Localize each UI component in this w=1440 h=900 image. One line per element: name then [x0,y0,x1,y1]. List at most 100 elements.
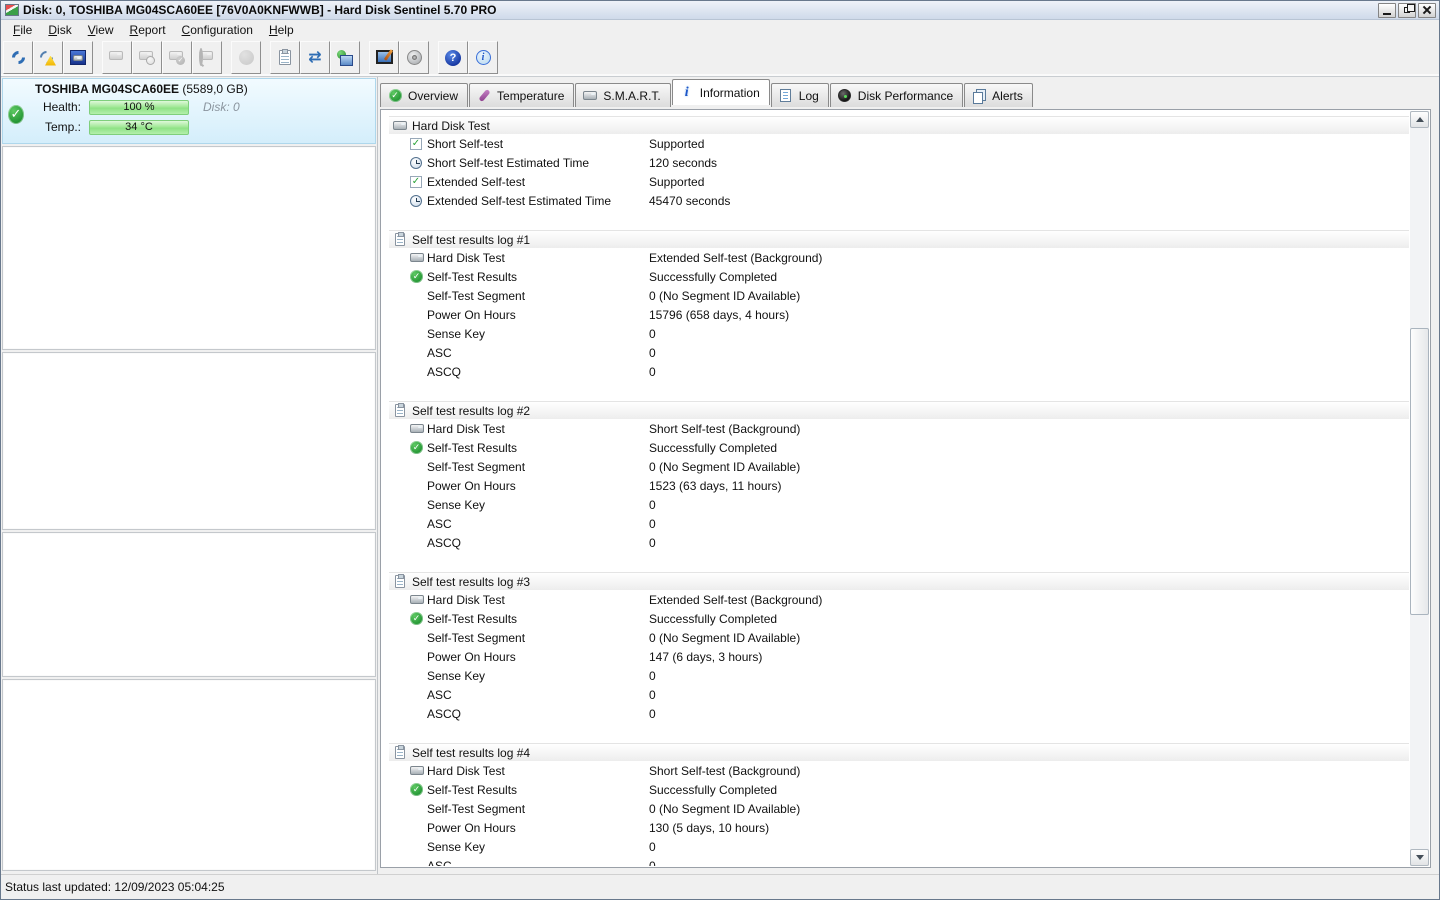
info-icon: i [684,84,689,100]
section-header: Hard Disk Test [389,116,1409,134]
info-row: Sense Key 0 [389,666,1409,685]
refresh-button[interactable] [3,41,33,74]
row-value: 0 [649,858,656,867]
scroll-up-button[interactable] [1410,111,1429,128]
row-value: Extended Self-test (Background) [649,592,823,607]
checkbox-icon: ✓ [410,137,422,150]
report-icon [277,49,293,66]
info-row: Power On Hours 1523 (63 days, 11 hours) [389,476,1409,495]
tab-log[interactable]: Log [770,83,829,107]
log-doc-icon [778,88,794,104]
tab-temperature[interactable]: Temperature [469,83,575,107]
toolbar-group [231,41,261,74]
info-row: Power On Hours 130 (5 days, 10 hours) [389,818,1409,837]
sync-button[interactable]: ⇄ [300,41,330,74]
row-value: 0 (No Segment ID Available) [649,630,801,645]
info-row: ASC 0 [389,685,1409,704]
network-button[interactable] [330,41,360,74]
content-section: Self test results log #4 Hard Disk Test … [389,743,1409,866]
row-label: Hard Disk Test [427,250,505,265]
info-row: Sense Key 0 [389,324,1409,343]
preferences-button[interactable] [369,41,399,74]
disk-list-item[interactable]: TOSHIBA MG04SCA60EE (5589,0 GB) ✓ Health… [2,78,376,144]
row-label: Self-Test Segment [427,459,526,474]
info-row: ✓ Self-Test Results Successfully Complet… [389,609,1409,628]
detect-disk-icon [70,50,86,66]
checkbox-icon: ✓ [410,175,422,188]
row-value: 0 [649,345,656,360]
section-header: Self test results log #1 [389,230,1409,248]
menu-view[interactable]: View [80,21,122,39]
sidebar-panel-empty [2,146,376,350]
row-value: Successfully Completed [649,782,778,797]
sidebar-panel-empty [2,532,376,677]
health-label: Health: [42,100,81,114]
disk-size: (5589,0 GB) [182,82,248,96]
sounds-button[interactable] [399,41,429,74]
restore-button[interactable] [1398,2,1416,18]
menu-configuration[interactable]: Configuration [174,21,261,39]
info-row: ASCQ 0 [389,362,1409,381]
section-title: Hard Disk Test [412,118,490,133]
app-icon [5,4,19,16]
row-label: Short Self-test [427,136,504,151]
toolbar-group [3,41,93,74]
tab-information[interactable]: i Information [671,79,770,105]
scrollbar-thumb[interactable] [1410,328,1429,615]
disk-clock-icon [139,50,155,66]
tab-disk-performance[interactable]: Disk Performance [829,83,964,107]
report-button[interactable] [270,41,300,74]
detect-disks-button[interactable] [63,41,93,74]
row-value: 0 [649,687,656,702]
tab-overview[interactable]: ✓ Overview [380,83,469,107]
check-circle-icon: ✓ [410,611,427,626]
section-header: Self test results log #4 [389,743,1409,761]
scroll-down-button[interactable] [1410,849,1429,866]
menu-report[interactable]: Report [122,21,174,39]
menu-file[interactable]: File [5,21,40,39]
row-label: Power On Hours [427,649,516,664]
close-button[interactable] [1418,2,1436,18]
menu-disk[interactable]: Disk [40,21,79,39]
refresh-icon [8,48,28,67]
minimize-button[interactable] [1378,2,1396,18]
information-button[interactable]: i [468,41,498,74]
disk-title: TOSHIBA MG04SCA60EE (5589,0 GB) [3,79,375,97]
info-row: ✓ Self-Test Results Successfully Complet… [389,780,1409,799]
row-label: Power On Hours [427,820,516,835]
row-label: ASCQ [427,535,462,550]
disk-schedule-button [132,41,162,74]
row-value: Successfully Completed [649,440,778,455]
scrollbar[interactable] [1410,111,1429,866]
row-label: ASCQ [427,706,462,721]
tab-alerts[interactable]: Alerts [964,83,1033,107]
row-value: 120 seconds [649,155,718,170]
info-row: ASC 0 [389,856,1409,867]
disk-icon [410,421,427,436]
section-title: Self test results log #4 [412,745,531,760]
content-section: Self test results log #2 Hard Disk Test … [389,401,1409,552]
info-row: Sense Key 0 [389,495,1409,514]
content-section: Hard Disk Test ✓ Short Self-test Support… [389,116,1409,210]
window-title: Disk: 0, TOSHIBA MG04SCA60EE [76V0A0KNFW… [23,3,497,17]
disk-gray-icon [109,50,125,66]
menu-help[interactable]: Help [261,21,302,39]
help-button[interactable]: ? [438,41,468,74]
tab-label: Log [798,88,819,103]
clock-icon [410,155,427,170]
info-row: ✓ Self-Test Results Successfully Complet… [389,267,1409,286]
info-row: Self-Test Segment 0 (No Segment ID Avail… [389,457,1409,476]
content-area: Hard Disk Test ✓ Short Self-test Support… [380,109,1431,868]
row-value: 15796 (658 days, 4 hours) [649,307,790,322]
row-label: Sense Key [427,668,486,683]
disk-selftest-button: ✓ [162,41,192,74]
info-row: Self-Test Segment 0 (No Segment ID Avail… [389,628,1409,647]
row-value: 0 (No Segment ID Available) [649,801,801,816]
tab-s-m-a-r-t[interactable]: S.M.A.R.T. [575,83,671,107]
main-area: TOSHIBA MG04SCA60EE (5589,0 GB) ✓ Health… [1,77,1439,874]
row-label: Power On Hours [427,307,516,322]
row-label: Short Self-test Estimated Time [427,155,590,170]
refresh-alert-button[interactable] [33,41,63,74]
toolbar: ✓ ⇄? i [1,39,1439,77]
toolbar-group [369,41,429,74]
